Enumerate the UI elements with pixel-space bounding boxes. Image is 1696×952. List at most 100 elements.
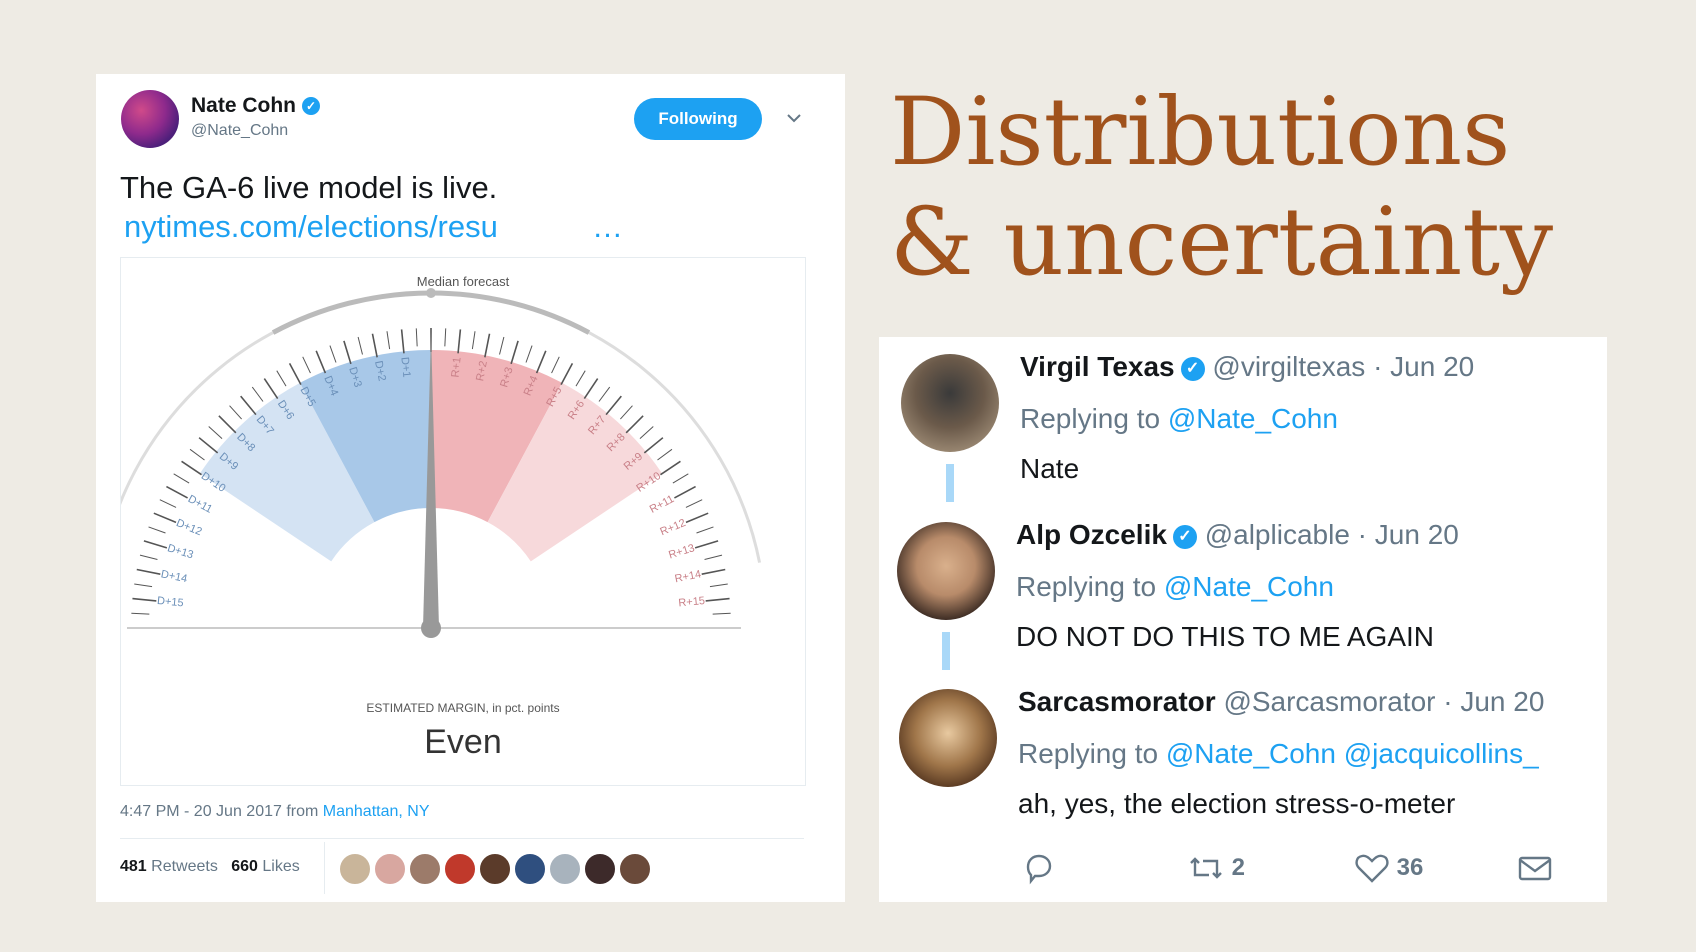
- reply-icon: [1026, 854, 1052, 885]
- gauge-tick: [189, 448, 205, 461]
- gauge-needle-hub: [421, 618, 441, 638]
- mention-link[interactable]: @Nate_Cohn @jacquicollins_: [1166, 738, 1539, 769]
- location-link[interactable]: Manhattan, NY: [323, 803, 430, 820]
- author-name-text[interactable]: Nate Cohn: [191, 94, 296, 117]
- gauge-tick: [276, 370, 287, 387]
- gauge-tick: [551, 356, 560, 374]
- gauge-tick: [457, 329, 462, 354]
- timestamp-text: 4:47 PM - 20 Jun 2017 from: [120, 803, 319, 820]
- reply-handle[interactable]: @virgiltexas · Jun 20: [1212, 351, 1474, 382]
- gauge-tick-label: R+14: [674, 568, 702, 585]
- gauge-tick-label: R+1: [450, 356, 464, 378]
- mention-link[interactable]: @Nate_Cohn: [1164, 571, 1334, 602]
- message-action-button[interactable]: [1517, 851, 1553, 892]
- gauge-tick: [685, 499, 703, 508]
- gauge-chart: D+1D+2D+3D+4D+5D+6D+7D+8D+9D+10D+11D+12D…: [121, 288, 762, 638]
- gauge-tick: [159, 499, 177, 508]
- gauge-median-arc: [271, 290, 591, 335]
- gauge-tick: [620, 405, 633, 420]
- reply-author-name[interactable]: Virgil Texas: [1020, 351, 1175, 382]
- reply-handle[interactable]: @Sarcasmorator · Jun 20: [1223, 686, 1544, 717]
- gauge-tick: [198, 437, 219, 454]
- reply-author[interactable]: Virgil Texas ✓ @virgiltexas · Jun 20: [1020, 351, 1474, 383]
- thread-line: [942, 632, 950, 670]
- gauge-tick: [240, 395, 257, 416]
- gauge-tick: [484, 333, 491, 358]
- replying-prefix: Replying to: [1016, 571, 1157, 602]
- liker-avatar[interactable]: [338, 852, 372, 886]
- likes-count[interactable]: 660: [231, 858, 258, 875]
- gauge-tick: [560, 363, 574, 385]
- gauge-tick: [444, 328, 447, 347]
- author-handle[interactable]: @Nate_Cohn: [191, 122, 288, 140]
- avatar[interactable]: [121, 90, 179, 148]
- gauge-tick: [643, 437, 664, 454]
- gauge-card[interactable]: Median forecast D+1 D+2 D+3 D+4 D+5 D+6 D+7 D+8…: [120, 257, 806, 786]
- reply-author-name[interactable]: Sarcasmorator: [1018, 686, 1216, 717]
- avatar[interactable]: [899, 689, 997, 787]
- gauge-tick: [139, 554, 158, 560]
- retweet-action-button[interactable]: 2: [1187, 851, 1245, 885]
- likes-label[interactable]: Likes: [262, 858, 299, 875]
- liker-avatar[interactable]: [408, 852, 442, 886]
- gauge-tick: [696, 526, 714, 534]
- reply-text: DO NOT DO THIS TO ME AGAIN: [1016, 621, 1435, 652]
- gauge-tick-label: R+11: [648, 493, 676, 516]
- gauge-tick: [143, 540, 168, 549]
- avatar[interactable]: [901, 354, 999, 452]
- tweet-stats: 481 Retweets 660 Likes: [120, 858, 300, 876]
- reply-handle[interactable]: @alplicable · Jun 20: [1205, 519, 1459, 550]
- retweets-count[interactable]: 481: [120, 858, 147, 875]
- divider: [324, 842, 325, 894]
- gauge-tick-label: D+15: [156, 595, 184, 610]
- tweet-link-ellipsis[interactable]: …: [592, 209, 623, 245]
- gauge-tick: [639, 426, 654, 439]
- reply-author[interactable]: Sarcasmorator @Sarcasmorator · Jun 20: [1018, 686, 1544, 718]
- gauge-tick: [709, 583, 728, 588]
- gauge-tick: [173, 473, 190, 484]
- gauge-tick: [415, 328, 418, 347]
- author-name[interactable]: Nate Cohn ✓: [191, 94, 320, 118]
- gauge-tick: [229, 405, 242, 420]
- chevron-down-icon[interactable]: [784, 108, 804, 128]
- replies-card: Virgil Texas ✓ @virgiltexas · Jun 20 Repl…: [879, 337, 1607, 902]
- gauge-tick: [712, 612, 731, 615]
- avatar[interactable]: [897, 522, 995, 620]
- verified-badge-icon: ✓: [1180, 356, 1205, 381]
- liker-avatar[interactable]: [583, 852, 617, 886]
- liker-avatar[interactable]: [478, 852, 512, 886]
- gauge-tick: [674, 485, 696, 499]
- like-action-button[interactable]: 36: [1354, 851, 1423, 885]
- median-marker: [426, 288, 436, 298]
- liker-avatar[interactable]: [618, 852, 652, 886]
- retweets-label[interactable]: Retweets: [151, 858, 218, 875]
- liker-avatar[interactable]: [373, 852, 407, 886]
- replying-to: Replying to @Nate_Cohn: [1020, 403, 1338, 435]
- gauge-tick-label: R+13: [667, 542, 696, 561]
- liker-avatar[interactable]: [548, 852, 582, 886]
- gauge-tick: [701, 568, 726, 575]
- gauge-tick: [136, 568, 161, 575]
- reply-author-name[interactable]: Alp Ozcelik: [1016, 519, 1167, 550]
- gauge-tick: [343, 340, 352, 365]
- reply-author[interactable]: Alp Ozcelik ✓ @alplicable · Jun 20: [1016, 519, 1459, 551]
- gauge-tick: [672, 473, 689, 484]
- reply-text: Nate: [1020, 453, 1080, 484]
- mention-link[interactable]: @Nate_Cohn: [1168, 403, 1338, 434]
- reply-action-button[interactable]: [1022, 851, 1056, 892]
- retweet-icon: [1190, 857, 1222, 879]
- gauge-tick: [705, 597, 730, 602]
- gauge-tick-label: D+12: [174, 517, 203, 538]
- gauge-tick: [134, 583, 153, 588]
- liker-avatar[interactable]: [443, 852, 477, 886]
- tweet-timestamp: 4:47 PM - 20 Jun 2017 from Manhattan, NY: [120, 803, 430, 821]
- tweet-link[interactable]: nytimes.com/elections/resu: [124, 209, 498, 245]
- tweet-text: The GA-6 live model is live.: [120, 170, 498, 205]
- title-line-2: & uncertainty: [890, 188, 1554, 297]
- following-button[interactable]: Following: [634, 98, 762, 140]
- gauge-tick: [510, 340, 519, 365]
- liker-avatar[interactable]: [513, 852, 547, 886]
- retweet-count: 2: [1231, 854, 1246, 881]
- slide-title: Distributions & uncertainty: [890, 78, 1553, 298]
- gauge-tick: [371, 333, 378, 358]
